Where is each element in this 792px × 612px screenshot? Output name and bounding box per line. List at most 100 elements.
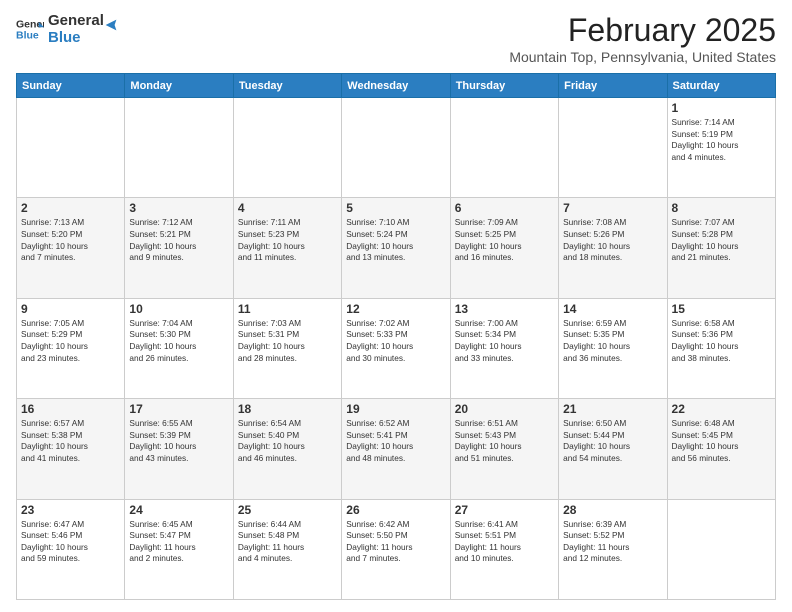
day-number: 18 — [238, 402, 337, 416]
day-info: Sunrise: 6:45 AM Sunset: 5:47 PM Dayligh… — [129, 519, 228, 565]
day-number: 16 — [21, 402, 120, 416]
page: General Blue General Blue February 2025 … — [0, 0, 792, 612]
day-info: Sunrise: 7:08 AM Sunset: 5:26 PM Dayligh… — [563, 217, 662, 263]
calendar-cell: 2 Sunrise: 7:13 AM Sunset: 5:20 PM Daylig… — [17, 198, 125, 298]
month-title: February 2025 — [509, 12, 776, 49]
day-info: Sunrise: 6:52 AM Sunset: 5:41 PM Dayligh… — [346, 418, 445, 464]
day-info: Sunrise: 6:47 AM Sunset: 5:46 PM Dayligh… — [21, 519, 120, 565]
calendar-cell: 6 Sunrise: 7:09 AM Sunset: 5:25 PM Daylig… — [450, 198, 558, 298]
logo-arrow-icon — [102, 16, 120, 34]
day-info: Sunrise: 7:04 AM Sunset: 5:30 PM Dayligh… — [129, 318, 228, 364]
day-number: 24 — [129, 503, 228, 517]
day-info: Sunrise: 6:59 AM Sunset: 5:35 PM Dayligh… — [563, 318, 662, 364]
header: General Blue General Blue February 2025 … — [16, 12, 776, 65]
day-number: 26 — [346, 503, 445, 517]
day-number: 13 — [455, 302, 554, 316]
day-number: 25 — [238, 503, 337, 517]
day-info: Sunrise: 6:42 AM Sunset: 5:50 PM Dayligh… — [346, 519, 445, 565]
calendar-cell: 7Sunrise: 7:08 AM Sunset: 5:26 PM Daylig… — [559, 198, 667, 298]
day-number: 1 — [672, 101, 771, 115]
weekday-header-wednesday: Wednesday — [342, 74, 450, 98]
calendar-cell: 17 Sunrise: 6:55 AM Sunset: 5:39 PM Dayli… — [125, 399, 233, 499]
day-info: Sunrise: 7:02 AM Sunset: 5:33 PM Dayligh… — [346, 318, 445, 364]
calendar-cell: 25 Sunrise: 6:44 AM Sunset: 5:48 PM Dayli… — [233, 499, 341, 599]
day-info: Sunrise: 6:57 AM Sunset: 5:38 PM Dayligh… — [21, 418, 120, 464]
logo-line2: Blue — [48, 29, 104, 46]
calendar-cell: 23 Sunrise: 6:47 AM Sunset: 5:46 PM Dayli… — [17, 499, 125, 599]
day-number: 15 — [672, 302, 771, 316]
calendar-cell: 24 Sunrise: 6:45 AM Sunset: 5:47 PM Dayli… — [125, 499, 233, 599]
day-info: Sunrise: 6:48 AM Sunset: 5:45 PM Dayligh… — [672, 418, 771, 464]
calendar-cell: 22 Sunrise: 6:48 AM Sunset: 5:45 PM Dayli… — [667, 399, 775, 499]
day-number: 2 — [21, 201, 120, 215]
calendar-cell: 27Sunrise: 6:41 AM Sunset: 5:51 PM Dayli… — [450, 499, 558, 599]
weekday-header-tuesday: Tuesday — [233, 74, 341, 98]
day-info: Sunrise: 7:05 AM Sunset: 5:29 PM Dayligh… — [21, 318, 120, 364]
day-info: Sunrise: 7:07 AM Sunset: 5:28 PM Dayligh… — [672, 217, 771, 263]
calendar-cell: 18 Sunrise: 6:54 AM Sunset: 5:40 PM Dayli… — [233, 399, 341, 499]
calendar-week-1: 1 Sunrise: 7:14 AM Sunset: 5:19 PM Daylig… — [17, 98, 776, 198]
logo-line1: General — [48, 12, 104, 29]
logo-icon: General Blue — [16, 15, 44, 43]
calendar-cell — [450, 98, 558, 198]
day-info: Sunrise: 7:09 AM Sunset: 5:25 PM Dayligh… — [455, 217, 554, 263]
weekday-header-saturday: Saturday — [667, 74, 775, 98]
day-number: 3 — [129, 201, 228, 215]
day-info: Sunrise: 6:55 AM Sunset: 5:39 PM Dayligh… — [129, 418, 228, 464]
calendar-cell: 11Sunrise: 7:03 AM Sunset: 5:31 PM Dayli… — [233, 298, 341, 398]
calendar-week-3: 9 Sunrise: 7:05 AM Sunset: 5:29 PM Daylig… — [17, 298, 776, 398]
title-block: February 2025 Mountain Top, Pennsylvania… — [509, 12, 776, 65]
day-number: 17 — [129, 402, 228, 416]
location-title: Mountain Top, Pennsylvania, United State… — [509, 49, 776, 65]
day-info: Sunrise: 7:10 AM Sunset: 5:24 PM Dayligh… — [346, 217, 445, 263]
day-number: 11 — [238, 302, 337, 316]
weekday-header-sunday: Sunday — [17, 74, 125, 98]
day-info: Sunrise: 7:13 AM Sunset: 5:20 PM Dayligh… — [21, 217, 120, 263]
calendar-cell: 1 Sunrise: 7:14 AM Sunset: 5:19 PM Daylig… — [667, 98, 775, 198]
day-info: Sunrise: 7:11 AM Sunset: 5:23 PM Dayligh… — [238, 217, 337, 263]
calendar-week-5: 23 Sunrise: 6:47 AM Sunset: 5:46 PM Dayli… — [17, 499, 776, 599]
day-number: 4 — [238, 201, 337, 215]
day-number: 20 — [455, 402, 554, 416]
day-number: 10 — [129, 302, 228, 316]
calendar-header-row: SundayMondayTuesdayWednesdayThursdayFrid… — [17, 74, 776, 98]
calendar-cell: 12Sunrise: 7:02 AM Sunset: 5:33 PM Dayli… — [342, 298, 450, 398]
day-info: Sunrise: 6:58 AM Sunset: 5:36 PM Dayligh… — [672, 318, 771, 364]
calendar-cell: 26 Sunrise: 6:42 AM Sunset: 5:50 PM Dayli… — [342, 499, 450, 599]
day-number: 8 — [672, 201, 771, 215]
day-number: 22 — [672, 402, 771, 416]
day-info: Sunrise: 6:54 AM Sunset: 5:40 PM Dayligh… — [238, 418, 337, 464]
day-number: 28 — [563, 503, 662, 517]
day-number: 23 — [21, 503, 120, 517]
day-number: 6 — [455, 201, 554, 215]
day-info: Sunrise: 7:12 AM Sunset: 5:21 PM Dayligh… — [129, 217, 228, 263]
calendar-cell: 5 Sunrise: 7:10 AM Sunset: 5:24 PM Daylig… — [342, 198, 450, 298]
calendar-cell: 19 Sunrise: 6:52 AM Sunset: 5:41 PM Dayli… — [342, 399, 450, 499]
weekday-header-friday: Friday — [559, 74, 667, 98]
day-number: 14 — [563, 302, 662, 316]
logo: General Blue General Blue — [16, 12, 120, 47]
calendar-week-2: 2 Sunrise: 7:13 AM Sunset: 5:20 PM Daylig… — [17, 198, 776, 298]
day-info: Sunrise: 7:14 AM Sunset: 5:19 PM Dayligh… — [672, 117, 771, 163]
day-number: 9 — [21, 302, 120, 316]
calendar-cell: 3 Sunrise: 7:12 AM Sunset: 5:21 PM Daylig… — [125, 198, 233, 298]
day-number: 27 — [455, 503, 554, 517]
calendar-cell: 20 Sunrise: 6:51 AM Sunset: 5:43 PM Dayli… — [450, 399, 558, 499]
calendar-cell — [125, 98, 233, 198]
day-info: Sunrise: 6:51 AM Sunset: 5:43 PM Dayligh… — [455, 418, 554, 464]
svg-text:Blue: Blue — [16, 30, 39, 42]
day-number: 21 — [563, 402, 662, 416]
calendar-cell: 8 Sunrise: 7:07 AM Sunset: 5:28 PM Daylig… — [667, 198, 775, 298]
calendar-cell — [17, 98, 125, 198]
calendar-cell: 9 Sunrise: 7:05 AM Sunset: 5:29 PM Daylig… — [17, 298, 125, 398]
calendar-cell — [559, 98, 667, 198]
day-info: Sunrise: 6:44 AM Sunset: 5:48 PM Dayligh… — [238, 519, 337, 565]
calendar-cell: 10 Sunrise: 7:04 AM Sunset: 5:30 PM Dayli… — [125, 298, 233, 398]
day-number: 5 — [346, 201, 445, 215]
calendar-cell: 15 Sunrise: 6:58 AM Sunset: 5:36 PM Dayli… — [667, 298, 775, 398]
day-info: Sunrise: 6:50 AM Sunset: 5:44 PM Dayligh… — [563, 418, 662, 464]
day-number: 19 — [346, 402, 445, 416]
calendar-cell: 21 Sunrise: 6:50 AM Sunset: 5:44 PM Dayli… — [559, 399, 667, 499]
calendar-cell: 13Sunrise: 7:00 AM Sunset: 5:34 PM Dayli… — [450, 298, 558, 398]
calendar-cell: 4 Sunrise: 7:11 AM Sunset: 5:23 PM Daylig… — [233, 198, 341, 298]
